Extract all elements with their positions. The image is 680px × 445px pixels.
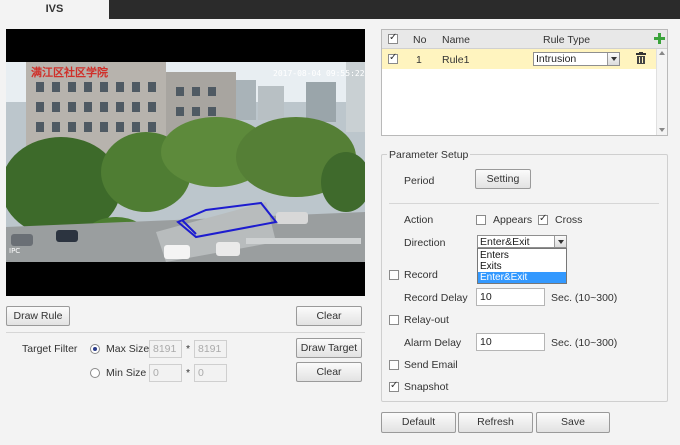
appears-checkbox[interactable] [476, 215, 486, 225]
video-timestamp: 2017-08-04 09:55:22 [273, 69, 365, 78]
snapshot-label: Snapshot [404, 381, 449, 393]
cross-checkbox[interactable] [538, 213, 548, 225]
default-button[interactable]: Default [381, 412, 456, 433]
max-height-input[interactable]: 8191 [194, 340, 227, 358]
send-email-checkbox[interactable] [389, 360, 399, 370]
relay-out-label: Relay-out [404, 314, 449, 326]
plus-icon[interactable] [654, 33, 665, 44]
rule-enable-checkbox[interactable] [388, 52, 398, 64]
cross-label: Cross [555, 214, 583, 226]
alarm-delay-input[interactable]: 10 [476, 333, 545, 351]
action-label: Action [404, 214, 434, 226]
direction-option-enter-exit[interactable]: Enter&Exit [478, 272, 566, 283]
video-channel-label: IPC [9, 247, 20, 255]
relay-out-checkbox[interactable] [389, 315, 399, 325]
direction-option-exits[interactable]: Exits [478, 261, 566, 272]
direction-label: Direction [404, 237, 446, 249]
direction-dropdown-list: Enters Exits Enter&Exit [477, 248, 567, 284]
chevron-down-icon [607, 53, 619, 65]
times-symbol: * [186, 343, 191, 355]
min-size-radio[interactable] [90, 368, 100, 378]
direction-select[interactable]: Enter&Exit [477, 235, 567, 248]
chevron-down-icon [554, 236, 566, 247]
video-preview[interactable]: 满江区社区学院 2017-08-04 09:55:22 IPC [6, 29, 365, 296]
direction-option-enters[interactable]: Enters [478, 250, 566, 261]
target-filter-label: Target Filter [22, 343, 78, 355]
snapshot-checkbox[interactable] [389, 380, 399, 392]
period-label: Period [404, 175, 435, 187]
record-delay-label: Record Delay [404, 292, 468, 304]
alarm-delay-unit: Sec. (10~300) [551, 337, 618, 349]
record-delay-input[interactable]: 10 [476, 288, 545, 306]
record-delay-unit: Sec. (10~300) [551, 292, 618, 304]
column-name: Name [442, 34, 471, 46]
record-checkbox[interactable] [389, 270, 399, 280]
period-setting-button[interactable]: Setting [475, 169, 531, 189]
divider [389, 203, 659, 204]
send-email-label: Send Email [404, 359, 458, 371]
max-size-radio[interactable] [90, 344, 100, 354]
clear-target-button[interactable]: Clear [296, 362, 362, 382]
max-size-label: Max Size [106, 343, 150, 355]
min-width-input[interactable]: 0 [149, 364, 182, 382]
clear-rule-button[interactable]: Clear [296, 306, 362, 326]
min-height-input[interactable]: 0 [194, 364, 227, 382]
rule-no: 1 [416, 54, 422, 66]
save-button[interactable]: Save [536, 412, 610, 433]
table-row[interactable]: 1 Rule1 Intrusion [382, 49, 656, 69]
record-label: Record [404, 269, 438, 281]
refresh-button[interactable]: Refresh [458, 412, 533, 433]
times-symbol: * [186, 367, 191, 379]
column-rule-type: Rule Type [543, 34, 591, 46]
draw-target-button[interactable]: Draw Target [296, 338, 362, 358]
tab-ivs[interactable]: IVS [0, 0, 109, 20]
draw-rule-button[interactable]: Draw Rule [6, 306, 70, 326]
rule-type-value: Intrusion [536, 53, 577, 65]
alarm-delay-label: Alarm Delay [404, 337, 462, 349]
max-width-input[interactable]: 8191 [149, 340, 182, 358]
rule-table: No Name Rule Type 1 Rule1 Intrusion [381, 29, 668, 136]
select-all-checkbox[interactable] [388, 32, 398, 44]
rule-table-header: No Name Rule Type [382, 30, 667, 49]
camera-scene-image: 满江区社区学院 2017-08-04 09:55:22 IPC [6, 62, 365, 262]
trash-icon[interactable] [636, 52, 646, 64]
direction-value: Enter&Exit [480, 236, 530, 248]
rule-table-scrollbar[interactable] [656, 49, 667, 135]
building-sign-text: 满江区社区学院 [31, 65, 108, 79]
column-no: No [413, 34, 427, 46]
min-size-label: Min Size [106, 367, 147, 379]
rule-type-select[interactable]: Intrusion [533, 52, 620, 66]
parameter-setup-title: Parameter Setup [387, 149, 471, 161]
divider [6, 332, 365, 333]
rule-name: Rule1 [442, 54, 470, 66]
appears-label: Appears [493, 214, 533, 226]
